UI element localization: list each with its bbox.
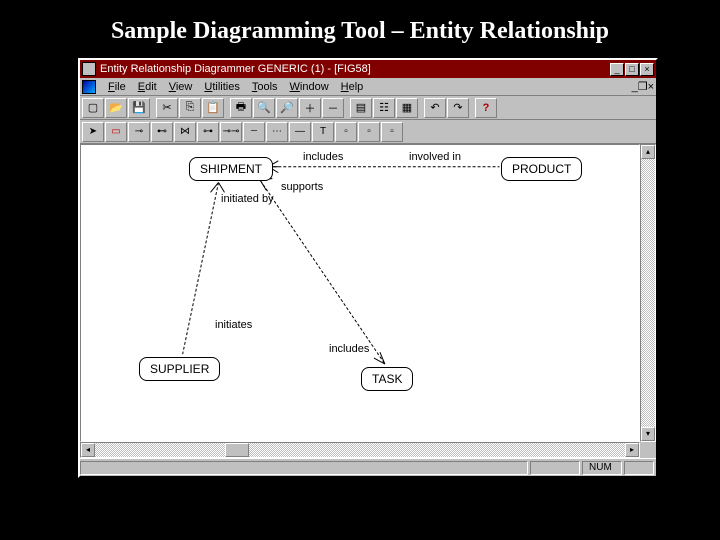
save-icon[interactable]: 💾 [128, 98, 150, 118]
zoom-out-icon[interactable]: － [322, 98, 344, 118]
tree-icon[interactable]: ☷ [373, 98, 395, 118]
help-icon[interactable]: ? [475, 98, 497, 118]
mdi-restore-button[interactable]: ❐ [638, 80, 648, 93]
scroll-left-icon[interactable]: ◂ [81, 443, 95, 457]
menu-utilities[interactable]: Utilities [198, 81, 245, 93]
rel-dash-icon[interactable]: ┄ [243, 122, 265, 142]
close-button[interactable]: × [640, 63, 654, 76]
open-icon[interactable]: 📂 [105, 98, 127, 118]
horizontal-scrollbar[interactable]: ◂ ▸ [80, 442, 640, 458]
status-cell-3 [624, 461, 654, 475]
menu-help[interactable]: Help [335, 81, 370, 93]
connectors [81, 145, 639, 441]
toolbar: ▢ 📂 💾 ✂ ⎘ 📋 🖶 🔍 🔎 ＋ － ▤ ☷ ▦ ↶ ↷ ? [80, 96, 656, 120]
status-cell-1 [530, 461, 580, 475]
status-message [80, 461, 528, 475]
entity-supplier[interactable]: SUPPLIER [139, 357, 220, 381]
rel-initiated-by[interactable]: initiated by [221, 193, 274, 205]
table-icon[interactable]: ▦ [396, 98, 418, 118]
palette-bar: ➤ ▭ ⊸ ⊷ ⋈ ⊶ ⊸⊸ ┄ ⋯ — T ▫ ▫ ▫ [80, 120, 656, 144]
pointer-icon[interactable]: ➤ [82, 122, 104, 142]
app-icon [82, 62, 96, 76]
find-icon[interactable]: 🔎 [276, 98, 298, 118]
layer1-icon[interactable]: ▫ [335, 122, 357, 142]
scroll-down-icon[interactable]: ▾ [641, 427, 655, 441]
app-window: Entity Relationship Diagrammer GENERIC (… [78, 58, 658, 478]
copy-icon[interactable]: ⎘ [179, 98, 201, 118]
vertical-scrollbar[interactable]: ▴ ▾ [640, 144, 656, 442]
rel-many-icon[interactable]: — [289, 122, 311, 142]
scroll-up-icon[interactable]: ▴ [641, 145, 655, 159]
rel-nm-icon[interactable]: ⋈ [174, 122, 196, 142]
menubar: File Edit View Utilities Tools Window He… [80, 78, 656, 96]
entity-shipment[interactable]: SHIPMENT [189, 157, 273, 181]
mdi-close-button[interactable]: × [648, 81, 654, 93]
undo-icon[interactable]: ↶ [424, 98, 446, 118]
zoom-in-icon[interactable]: ＋ [299, 98, 321, 118]
menu-tools[interactable]: Tools [246, 81, 284, 93]
rel-11-icon[interactable]: ⊷ [151, 122, 173, 142]
rel-id-icon[interactable]: ⊸⊸ [220, 122, 242, 142]
redo-icon[interactable]: ↷ [447, 98, 469, 118]
rel-supports[interactable]: supports [281, 181, 323, 193]
rel-dot-icon[interactable]: ⋯ [266, 122, 288, 142]
maximize-button[interactable]: □ [625, 63, 639, 76]
rel-involved-in[interactable]: involved in [409, 151, 461, 163]
document-icon[interactable] [82, 80, 96, 94]
rel-includes-2[interactable]: includes [329, 343, 369, 355]
menu-edit[interactable]: Edit [132, 81, 163, 93]
text-tool-icon[interactable]: T [312, 122, 334, 142]
scroll-right-icon[interactable]: ▸ [625, 443, 639, 457]
entity-task[interactable]: TASK [361, 367, 413, 391]
diagram-canvas[interactable]: SHIPMENT PRODUCT SUPPLIER TASK includes … [80, 144, 640, 442]
canvas-area: SHIPMENT PRODUCT SUPPLIER TASK includes … [80, 144, 656, 442]
entity-tool-icon[interactable]: ▭ [105, 122, 127, 142]
paste-icon[interactable]: 📋 [202, 98, 224, 118]
menu-window[interactable]: Window [284, 81, 335, 93]
rel-includes-1[interactable]: includes [303, 151, 343, 163]
new-icon[interactable]: ▢ [82, 98, 104, 118]
entity-product[interactable]: PRODUCT [501, 157, 582, 181]
scroll-thumb[interactable] [225, 443, 249, 457]
menu-view[interactable]: View [163, 81, 199, 93]
window-title: Entity Relationship Diagrammer GENERIC (… [100, 63, 609, 75]
minimize-button[interactable]: _ [610, 63, 624, 76]
scroll-corner [640, 442, 656, 458]
status-num: NUM [582, 461, 622, 475]
cut-icon[interactable]: ✂ [156, 98, 178, 118]
layer2-icon[interactable]: ▫ [358, 122, 380, 142]
print-icon[interactable]: 🖶 [230, 98, 252, 118]
slide-title: Sample Diagramming Tool – Entity Relatio… [0, 0, 720, 53]
statusbar: NUM [80, 458, 656, 476]
preview-icon[interactable]: 🔍 [253, 98, 275, 118]
rel-1n-icon[interactable]: ⊸ [128, 122, 150, 142]
props-icon[interactable]: ▤ [350, 98, 372, 118]
layer3-icon[interactable]: ▫ [381, 122, 403, 142]
rel-initiates[interactable]: initiates [215, 319, 252, 331]
menu-file[interactable]: File [102, 81, 132, 93]
rel-opt-icon[interactable]: ⊶ [197, 122, 219, 142]
titlebar[interactable]: Entity Relationship Diagrammer GENERIC (… [80, 60, 656, 78]
